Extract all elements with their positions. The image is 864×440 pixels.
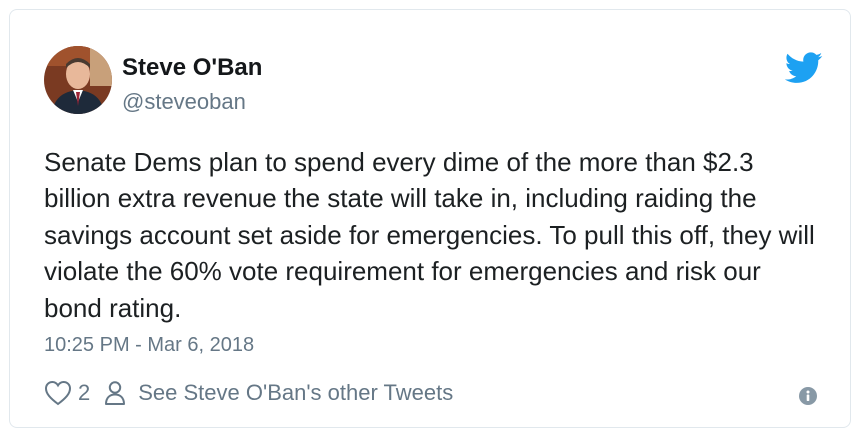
tweet-timestamp[interactable]: 10:25 PM - Mar 6, 2018: [44, 332, 254, 358]
person-icon[interactable]: [104, 380, 126, 406]
profile-link[interactable]: See Steve O'Ban's other Tweets: [138, 380, 453, 406]
tweet-actions: 2 See Steve O'Ban's other Tweets: [44, 378, 453, 408]
tweet-card: Steve O'Ban @steveoban Senate Dems plan …: [9, 9, 851, 428]
heart-icon[interactable]: [44, 380, 72, 406]
twitter-bird-icon[interactable]: [785, 52, 823, 84]
like-count[interactable]: 2: [78, 380, 90, 406]
author-handle[interactable]: @steveoban: [122, 89, 246, 115]
author-display-name[interactable]: Steve O'Ban: [122, 54, 262, 82]
avatar-photo: [44, 46, 112, 114]
avatar[interactable]: [44, 46, 112, 114]
info-icon[interactable]: [799, 387, 817, 405]
tweet-text: Senate Dems plan to spend every dime of …: [44, 147, 815, 323]
